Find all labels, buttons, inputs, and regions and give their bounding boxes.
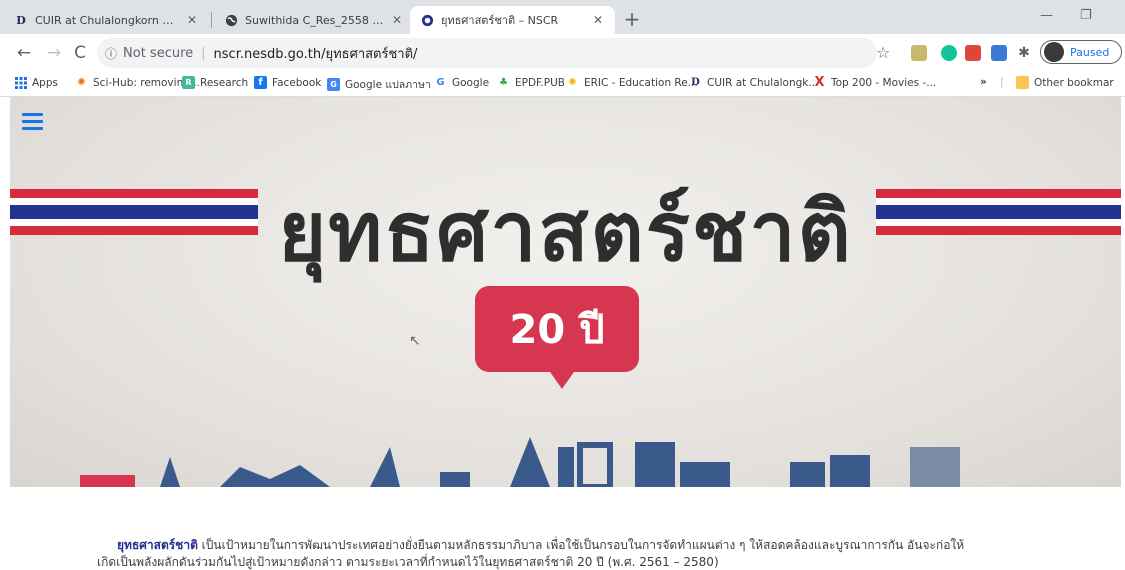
bookmark-label: Apps [32, 76, 58, 89]
minimize-icon[interactable]: — [1040, 8, 1053, 23]
tab-nscr[interactable]: ยุทธศาสตร์ชาติ – NSCR ✕ [410, 6, 615, 34]
bookmark-label: Google แปลภาษา [345, 79, 431, 91]
facebook-icon: f [254, 76, 267, 89]
scihub-icon: ✺ [77, 77, 86, 88]
bookmarks-overflow[interactable]: » [980, 76, 987, 88]
profile-button[interactable]: Paused [1040, 40, 1122, 64]
bookmark-top200[interactable]: X Top 200 - Movies -... [813, 75, 937, 90]
grammarly-icon[interactable] [941, 45, 957, 61]
close-icon[interactable]: ✕ [390, 13, 404, 27]
bookmark-label: Other bookmar [1034, 76, 1114, 89]
hero-title: ยุทธศาสตร์ชาติ [278, 185, 853, 280]
restore-icon[interactable]: ❐ [1080, 8, 1092, 23]
bookmark-epdf[interactable]: ♣ EPDF.PUB [497, 76, 565, 89]
info-icon[interactable]: ⓘ [105, 45, 117, 62]
tab-divider [211, 12, 212, 28]
x-icon: X [814, 75, 825, 90]
bookmark-label: Facebook [272, 76, 322, 89]
intro-paragraph-line1: ยุทธศาสตร์ชาติ เป็นเป้าหมายในการพัฒนาประ… [117, 536, 1057, 554]
bookmark-label: EPDF.PUB [515, 76, 565, 89]
bookmark-google-translate[interactable]: G Google แปลภาษา [327, 76, 431, 93]
mouse-cursor-icon: ↖ [409, 333, 421, 349]
bookmarks-bar: Apps ✺ Sci-Hub: removing... R Research f… [0, 72, 1125, 97]
bookmark-label: Research [200, 76, 249, 89]
url-text: nscr.nesdb.go.th/ยุทธศาสตร์ชาติ/ [213, 46, 418, 62]
google-icon: G [436, 77, 445, 88]
hamburger-menu-icon[interactable] [20, 107, 50, 137]
bookmark-apps[interactable]: Apps [14, 76, 58, 89]
researchgate-icon: R [182, 76, 195, 89]
bookmarks-divider: | [1000, 76, 1004, 88]
close-icon[interactable]: ✕ [185, 13, 199, 27]
extension-mendeley-icon[interactable] [991, 45, 1007, 61]
security-label: Not secure [123, 45, 194, 61]
folder-icon [1016, 76, 1029, 89]
dspace-icon: D [691, 77, 700, 88]
hero-banner: ยุทธศาสตร์ชาติ 20 ปี ↖ [10, 97, 1121, 487]
apps-icon [14, 76, 27, 89]
extension-notes-icon[interactable] [911, 45, 927, 61]
tab-title: ยุทธศาสตร์ชาติ – NSCR [441, 14, 559, 27]
bookmark-facebook[interactable]: f Facebook [254, 76, 321, 89]
intro-text: เป็นเป้าหมายในการพัฒนาประเทศอย่างยั่งยืน… [197, 538, 965, 552]
bookmark-research[interactable]: R Research [182, 76, 248, 89]
bookmark-cuir[interactable]: D CUIR at Chulalongk... [689, 76, 818, 89]
bookmark-star-icon[interactable]: ☆ [876, 43, 890, 62]
bookmark-other[interactable]: Other bookmar [1016, 76, 1114, 89]
bookmark-eric[interactable]: ✺ ERIC - Education Re... [566, 76, 698, 89]
globe-icon [224, 13, 238, 27]
bookmark-label: ERIC - Education Re... [584, 76, 698, 89]
badge-pointer [548, 369, 576, 389]
tab-cuir[interactable]: D CUIR at Chulalongkorn University ✕ [4, 6, 209, 34]
tab-strip: D CUIR at Chulalongkorn University ✕ Suw… [0, 0, 1125, 34]
dspace-icon: D [16, 13, 26, 27]
epdf-icon: ♣ [499, 77, 508, 88]
years-badge: 20 ปี [475, 286, 639, 372]
tab-pdf[interactable]: Suwithida C_Res_2558 (1).pdf ✕ [214, 6, 414, 34]
bookmark-google[interactable]: G Google [434, 76, 489, 89]
extension-zotero-icon[interactable] [965, 45, 981, 61]
address-bar[interactable]: ⓘ Not secure | nscr.nesdb.go.th/ยุทธศาสต… [97, 38, 877, 68]
new-tab-button[interactable]: + [620, 8, 644, 32]
tab-title: CUIR at Chulalongkorn University [35, 13, 179, 27]
tab-title: Suwithida C_Res_2558 (1).pdf [245, 13, 384, 27]
nscr-icon [420, 13, 434, 27]
bookmark-label: Top 200 - Movies -... [831, 76, 937, 89]
puzzle-extensions-icon[interactable]: ✱ [1014, 43, 1034, 63]
forward-arrow-icon[interactable]: → [44, 43, 64, 63]
intro-lead-term: ยุทธศาสตร์ชาติ [117, 538, 198, 552]
google-translate-icon: G [327, 78, 340, 91]
bookmark-label: CUIR at Chulalongk... [707, 76, 819, 89]
intro-paragraph-line2: เกิดเป็นพลังผลักดันร่วมกันไปสู่เป้าหมายด… [97, 555, 719, 569]
bookmark-label: Google [452, 76, 490, 89]
back-arrow-icon[interactable]: ← [14, 43, 34, 63]
reload-icon[interactable]: C [70, 43, 90, 63]
close-icon[interactable]: ✕ [591, 13, 605, 27]
eric-icon: ✺ [568, 77, 577, 88]
city-skyline-illustration [80, 437, 960, 487]
profile-status: Paused [1070, 45, 1110, 59]
avatar [1044, 42, 1064, 62]
address-divider: | [201, 45, 206, 61]
browser-toolbar: ← → C ⓘ Not secure | nscr.nesdb.go.th/ยุ… [0, 34, 1125, 72]
